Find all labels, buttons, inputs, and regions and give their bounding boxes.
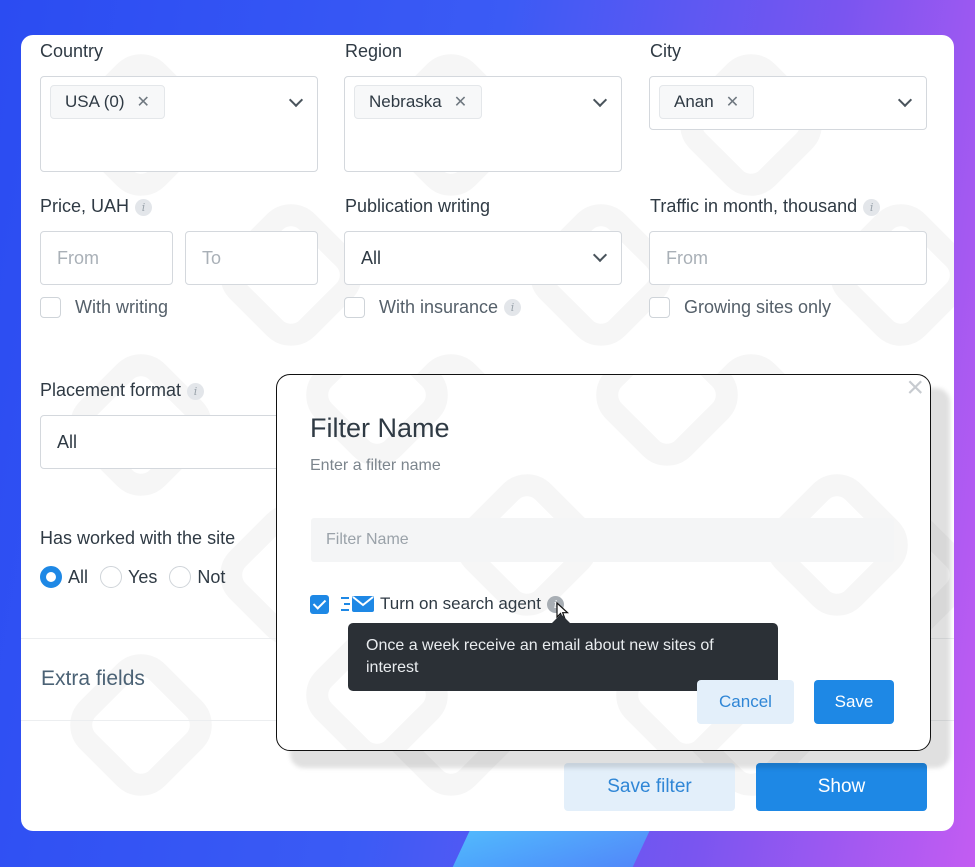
remove-chip-icon[interactable]: ✕ (137, 94, 150, 111)
info-icon[interactable]: i (187, 382, 205, 400)
radio-all[interactable]: All (40, 566, 88, 588)
placement-label: Placement format i (40, 380, 205, 401)
country-chip-label: USA (0) (65, 92, 125, 111)
close-icon[interactable]: × (906, 375, 924, 403)
city-select[interactable]: Anan ✕ (649, 76, 927, 130)
remove-chip-icon[interactable]: ✕ (454, 94, 467, 111)
envelope-icon (341, 596, 374, 612)
price-from-input[interactable]: From (40, 231, 173, 285)
chevron-down-icon[interactable] (897, 92, 913, 108)
city-label: City (650, 41, 681, 61)
modal-title: Filter Name (310, 413, 450, 443)
radio-yes-label: Yes (128, 566, 158, 587)
placement-value: All (57, 432, 78, 452)
modal-subtitle: Enter a filter name (310, 457, 441, 474)
growing-sites-checkbox[interactable]: Growing sites only (649, 297, 831, 318)
price-to-input[interactable]: To (185, 231, 318, 285)
search-agent-checkbox[interactable] (310, 594, 329, 614)
with-writing-checkbox[interactable]: With writing (40, 297, 168, 318)
info-icon[interactable]: i (504, 299, 522, 316)
worked-radio-group: All Yes Not (40, 566, 237, 588)
with-insurance-checkbox[interactable]: With insurance i (344, 297, 522, 318)
checkbox-box[interactable] (40, 297, 61, 318)
with-insurance-label: With insurance (379, 297, 499, 317)
traffic-label: Traffic in month, thousand i (650, 196, 881, 217)
country-label: Country (40, 41, 104, 61)
price-label: Price, UAH i (40, 196, 153, 217)
region-chip: Nebraska ✕ (354, 85, 483, 119)
save-filter-button[interactable]: Save filter (564, 763, 735, 811)
region-label: Region (345, 41, 403, 61)
watermark (56, 640, 226, 810)
checkbox-box[interactable] (649, 297, 670, 318)
chevron-down-icon[interactable] (592, 92, 608, 108)
search-agent-label: Turn on search agent (380, 594, 541, 613)
filter-name-input[interactable]: Filter Name (311, 518, 894, 562)
publication-value: All (361, 248, 382, 268)
placement-label-text: Placement format (40, 380, 182, 400)
city-chip-label: Anan (674, 92, 714, 111)
info-icon[interactable]: i (135, 198, 153, 216)
growing-sites-label: Growing sites only (684, 297, 832, 317)
publication-label: Publication writing (345, 196, 491, 216)
traffic-label-text: Traffic in month, thousand (650, 196, 858, 216)
traffic-from-input[interactable]: From (649, 231, 927, 285)
checkbox-box[interactable] (344, 297, 365, 318)
country-chip: USA (0) ✕ (50, 85, 165, 119)
radio-not[interactable]: Not (169, 566, 225, 588)
publication-select[interactable]: All (344, 231, 622, 285)
price-label-text: Price, UAH (40, 196, 130, 216)
cancel-button[interactable]: Cancel (697, 680, 794, 724)
filter-name-modal: × Filter Name Enter a filter name Filter… (276, 374, 931, 751)
with-writing-label: With writing (75, 297, 169, 317)
save-button[interactable]: Save (814, 680, 894, 724)
chevron-down-icon[interactable] (592, 247, 608, 263)
watermark (582, 375, 752, 480)
extra-fields-toggle[interactable]: Extra fields (41, 667, 145, 691)
worked-label: Has worked with the site (40, 528, 236, 548)
region-select[interactable]: Nebraska ✕ (344, 76, 622, 172)
radio-yes[interactable]: Yes (100, 566, 157, 588)
country-select[interactable]: USA (0) ✕ (40, 76, 318, 172)
radio-button[interactable] (100, 566, 123, 588)
remove-chip-icon[interactable]: ✕ (726, 94, 739, 111)
region-chip-label: Nebraska (369, 92, 442, 111)
chevron-down-icon[interactable] (288, 92, 304, 108)
show-button[interactable]: Show (756, 763, 927, 811)
radio-button[interactable] (40, 566, 62, 588)
city-chip: Anan ✕ (659, 85, 755, 119)
radio-all-label: All (68, 566, 89, 587)
radio-not-label: Not (197, 566, 226, 587)
info-icon[interactable]: i (863, 198, 881, 216)
search-agent-row: Turn on search agent i (310, 586, 570, 622)
radio-button[interactable] (169, 566, 192, 588)
